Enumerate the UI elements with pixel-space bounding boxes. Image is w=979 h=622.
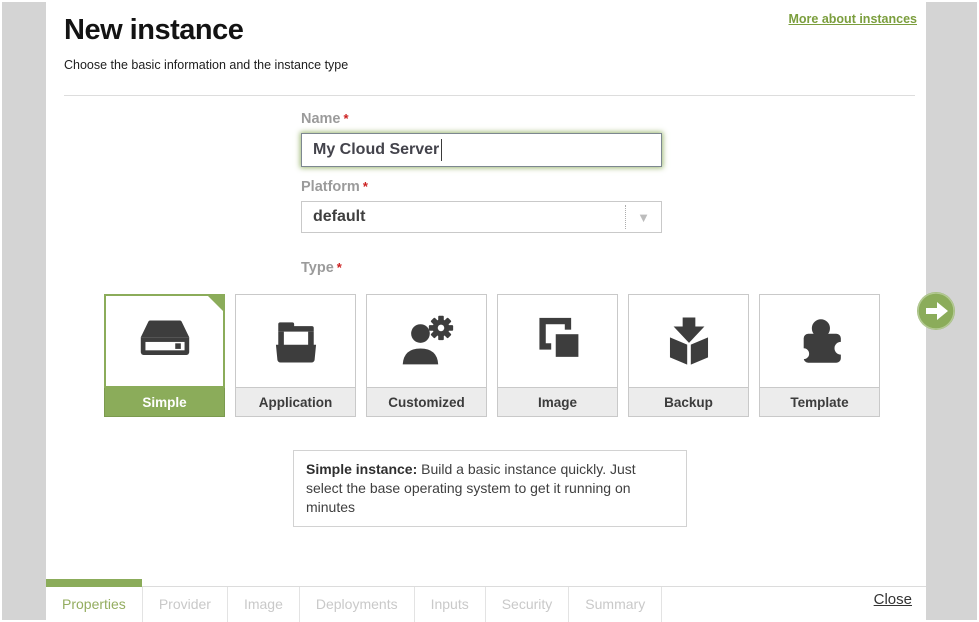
type-card-application[interactable]: Application <box>235 294 356 417</box>
layered-squares-icon <box>529 313 587 369</box>
tab-image[interactable]: Image <box>228 587 300 622</box>
type-card-image[interactable]: Image <box>497 294 618 417</box>
type-label: Type* <box>301 260 342 276</box>
page-title: New instance <box>64 14 243 47</box>
folder-icon <box>266 313 326 369</box>
server-icon <box>135 314 195 368</box>
type-card-template[interactable]: Template <box>759 294 880 417</box>
chevron-down-icon: ▼ <box>625 205 661 229</box>
tab-provider[interactable]: Provider <box>143 587 228 622</box>
left-margin <box>2 2 46 620</box>
arrow-right-icon <box>917 292 955 330</box>
next-step-button[interactable] <box>917 292 955 330</box>
type-description-title: Simple instance: <box>306 461 417 477</box>
type-card-label: Application <box>235 388 356 417</box>
text-caret <box>441 139 442 161</box>
type-card-label: Template <box>759 388 880 417</box>
name-input[interactable] <box>301 133 662 167</box>
header-divider <box>64 95 915 96</box>
type-card-icon-box <box>235 294 356 388</box>
tab-summary[interactable]: Summary <box>569 587 662 622</box>
required-asterisk: * <box>344 111 349 126</box>
page-subtitle: Choose the basic information and the ins… <box>64 58 348 72</box>
platform-label: Platform* <box>301 179 368 195</box>
type-card-backup[interactable]: Backup <box>628 294 749 417</box>
new-instance-dialog: New instance Choose the basic informatio… <box>0 0 979 622</box>
type-card-icon-box <box>628 294 749 388</box>
type-card-label: Image <box>497 388 618 417</box>
name-field-wrapper <box>301 133 662 167</box>
type-card-icon-box <box>759 294 880 388</box>
type-card-customized[interactable]: Customized <box>366 294 487 417</box>
tab-properties[interactable]: Properties <box>46 587 143 622</box>
required-asterisk: * <box>363 179 368 194</box>
type-card-icon-box <box>104 294 225 388</box>
type-card-label: Backup <box>628 388 749 417</box>
type-card-icon-box <box>497 294 618 388</box>
more-about-instances-link[interactable]: More about instances <box>789 12 918 26</box>
type-card-label: Customized <box>366 388 487 417</box>
tab-security[interactable]: Security <box>486 587 570 622</box>
type-card-icon-box <box>366 294 487 388</box>
platform-selected-value: default <box>302 208 625 226</box>
puzzle-piece-icon <box>791 313 849 369</box>
tab-inputs[interactable]: Inputs <box>415 587 486 622</box>
instance-type-options: Simple Application <box>104 294 880 417</box>
wizard-tab-bar: Properties Provider Image Deployments In… <box>46 586 926 622</box>
box-download-icon <box>660 313 718 369</box>
type-card-simple[interactable]: Simple <box>104 294 225 417</box>
close-link[interactable]: Close <box>874 591 912 608</box>
tab-deployments[interactable]: Deployments <box>300 587 415 622</box>
required-asterisk: * <box>337 260 342 275</box>
type-card-label: Simple <box>104 388 225 417</box>
platform-select[interactable]: default ▼ <box>301 201 662 233</box>
name-label: Name* <box>301 111 349 127</box>
user-gear-icon <box>397 313 457 369</box>
type-description-box: Simple instance: Build a basic instance … <box>293 450 687 527</box>
